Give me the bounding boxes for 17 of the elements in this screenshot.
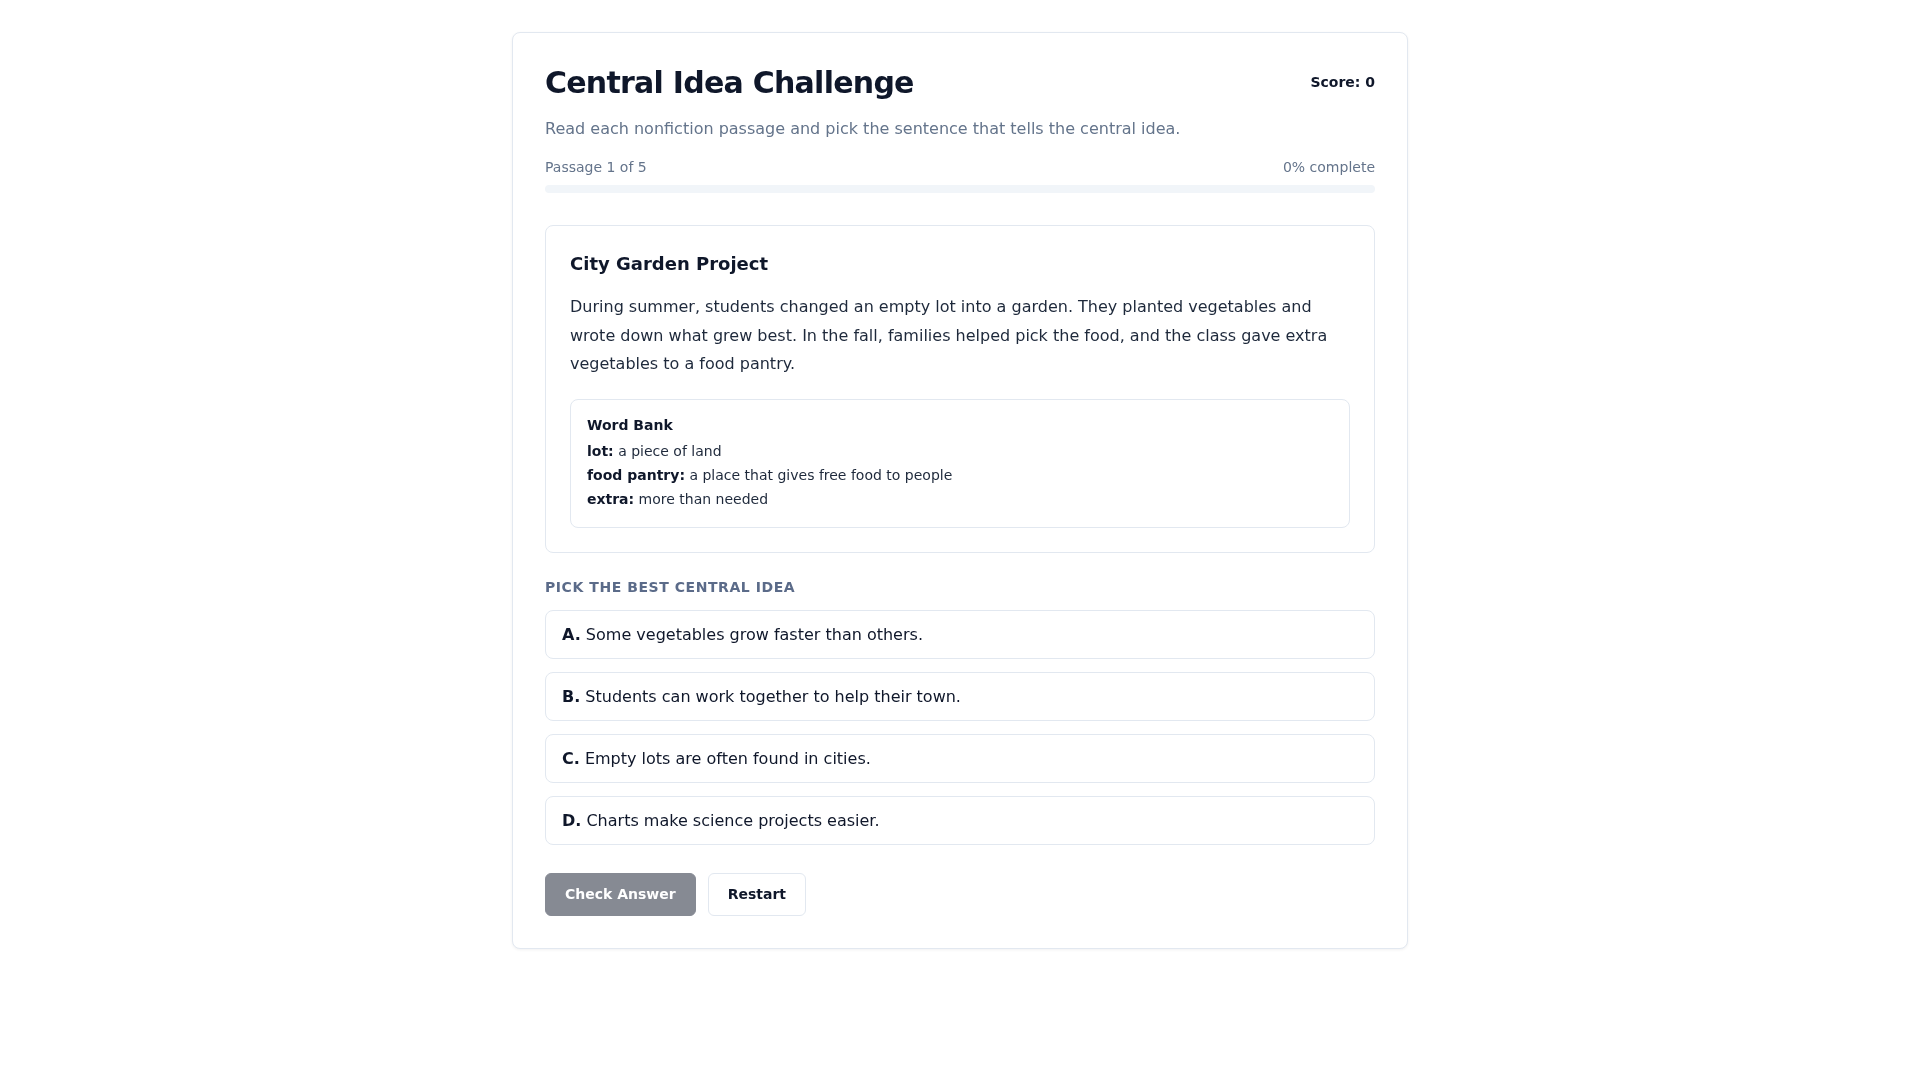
progress-reading: 0% complete <box>1282 158 1375 177</box>
answer-option[interactable]: A. Some vegetables grow faster than others. <box>545 609 1375 659</box>
word-bank-entry: food pantry: a place that gives free food to people <box>587 465 954 485</box>
word-bank-entry: lot: a piece of land <box>587 441 723 461</box>
passage-counter: Passage 1 of 5 <box>545 158 647 177</box>
instructions-text: Read each nonfiction passage and pick the sentence that tells the central idea. <box>545 118 1182 140</box>
answer-option[interactable]: B. Students can work together to help their town. <box>545 671 1375 721</box>
word-bank-entry: extra: more than needed <box>587 489 770 509</box>
restart-button[interactable]: Restart <box>707 872 807 916</box>
passage-title: City Garden Project <box>570 252 770 276</box>
quiz-title: Central Idea Challenge <box>545 65 914 101</box>
word-bank-title: Word Bank <box>587 415 674 435</box>
question-prompt: PICK THE BEST CENTRAL IDEA <box>545 577 797 597</box>
passage-text: During summer, students changed an empty lot into a garden. They planted vegetables and wrote down what grew best. In the fall, families helped pick the food, and the class gave extra vegetables to a food pantry. <box>570 296 1329 375</box>
answer-option[interactable]: C. Empty lots are often found in cities. <box>545 733 1375 783</box>
answer-option[interactable]: D. Charts make science projects easier. <box>545 795 1375 845</box>
score-text: Score: 0 <box>1310 73 1375 92</box>
